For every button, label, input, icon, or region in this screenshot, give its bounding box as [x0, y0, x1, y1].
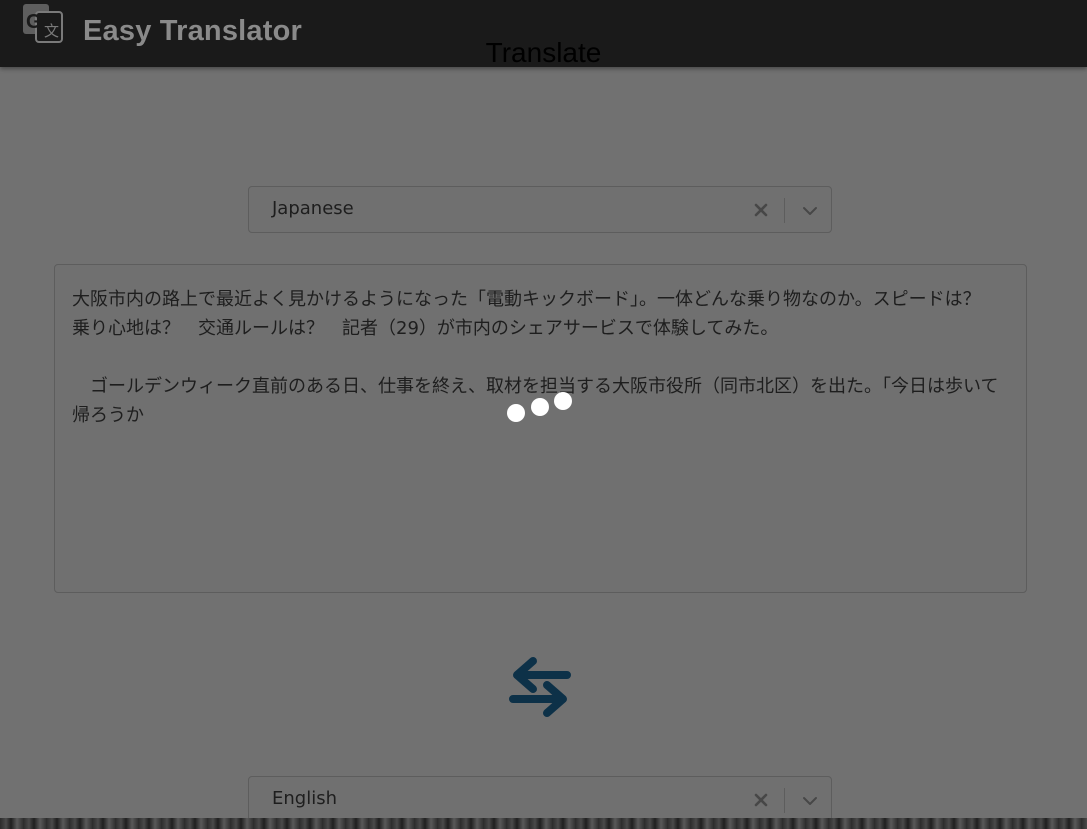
source-language-value: Japanese	[272, 198, 354, 219]
close-icon[interactable]	[749, 198, 773, 222]
target-language-value: English	[272, 788, 337, 809]
source-text-input[interactable]: 大阪市内の路上で最近よく見かけるようになった「電動キックボード」。一体どんな乗り…	[54, 264, 1027, 593]
select-separator	[784, 788, 785, 813]
swap-arrows-icon[interactable]	[509, 653, 571, 717]
background-image-strip	[0, 818, 1087, 829]
select-separator	[784, 198, 785, 223]
loading-dot	[531, 398, 549, 416]
chevron-down-icon[interactable]	[798, 789, 822, 813]
source-language-select[interactable]: Japanese	[248, 186, 832, 233]
page-title: Translate	[485, 37, 602, 68]
svg-text:G: G	[26, 11, 42, 33]
chevron-down-icon[interactable]	[798, 199, 822, 223]
loading-dot	[554, 392, 572, 410]
loading-dot	[507, 404, 525, 422]
close-icon[interactable]	[749, 788, 773, 812]
target-language-select[interactable]: English	[248, 776, 832, 823]
